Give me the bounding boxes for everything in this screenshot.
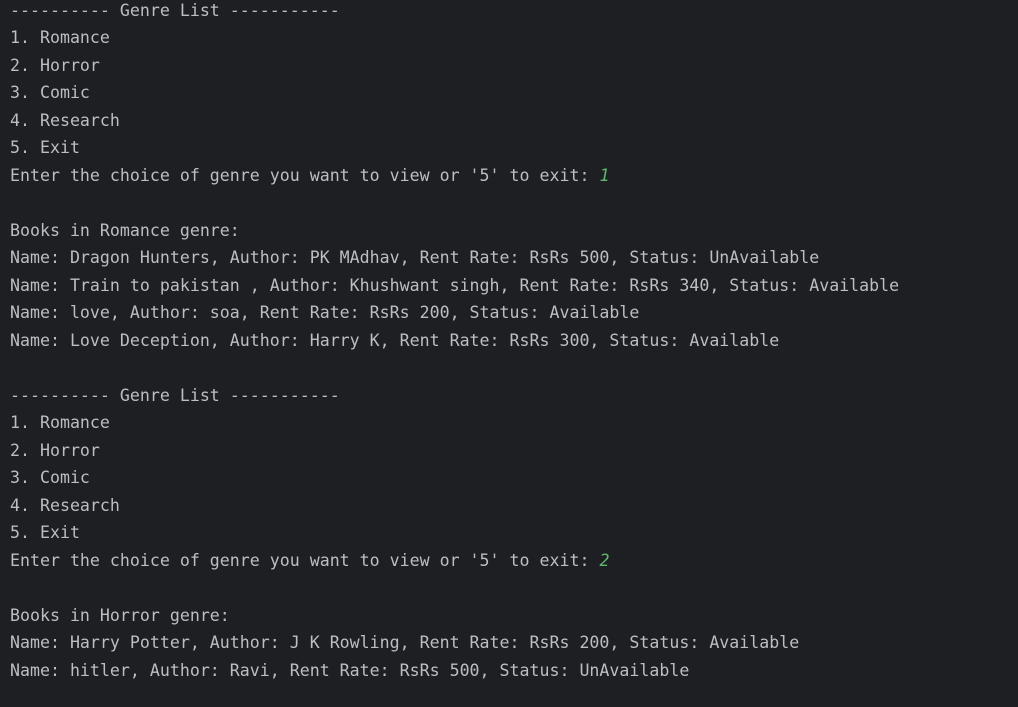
genre-prompt-text: Enter the choice of genre you want to vi… [10, 166, 600, 185]
book-entry: Name: Love Deception, Author: Harry K, R… [10, 331, 780, 350]
book-entry: Name: Train to pakistan , Author: Khushw… [10, 276, 900, 295]
book-entry: Name: hitler, Author: Ravi, Rent Rate: R… [10, 661, 690, 680]
book-entry: Name: Harry Potter, Author: J K Rowling,… [10, 633, 800, 652]
genre-option: 3. Comic [10, 83, 90, 102]
book-entry: Name: love, Author: soa, Rent Rate: RsRs… [10, 303, 640, 322]
book-entry: Name: Dragon Hunters, Author: PK MAdhav,… [10, 248, 820, 267]
genre-option: 2. Horror [10, 56, 100, 75]
books-header: Books in Horror genre: [10, 606, 230, 625]
genre-option: 1. Romance [10, 28, 110, 47]
genre-option: 3. Comic [10, 468, 90, 487]
genre-prompt-text: Enter the choice of genre you want to vi… [10, 551, 600, 570]
genre-option: 4. Research [10, 111, 120, 130]
genre-prompt-line: Enter the choice of genre you want to vi… [10, 550, 609, 572]
genre-prompt-line: Enter the choice of genre you want to vi… [10, 165, 609, 187]
user-input-echo: 1 [599, 166, 610, 185]
genre-list-header: ---------- Genre List ----------- [10, 386, 340, 405]
genre-option: 5. Exit [10, 523, 80, 542]
console-output[interactable]: ---------- Genre List ----------- 1. Rom… [0, 0, 1018, 707]
user-input-echo: 2 [599, 551, 610, 570]
genre-option: 4. Research [10, 496, 120, 515]
genre-list-header: ---------- Genre List ----------- [10, 1, 340, 20]
genre-option: 5. Exit [10, 138, 80, 157]
genre-option: 2. Horror [10, 441, 100, 460]
genre-option: 1. Romance [10, 413, 110, 432]
books-header: Books in Romance genre: [10, 221, 240, 240]
